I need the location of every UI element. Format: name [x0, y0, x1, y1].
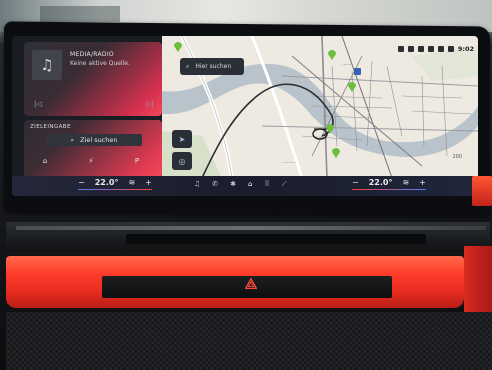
destination-widget: ZIELEINGABE ⌕ Ziel suchen ⌂ ⚡ P — [24, 120, 162, 178]
driver-temp: 22.0° — [94, 178, 119, 187]
parking-destination-button[interactable]: P — [126, 154, 148, 168]
charging-destination-button[interactable]: ⚡ — [80, 154, 102, 168]
temp-gradient-bar — [352, 188, 426, 190]
temp-gradient-bar — [78, 188, 152, 190]
search-icon: ⌕ — [186, 62, 190, 70]
vent-slot — [126, 234, 426, 244]
clock: 9:02 — [457, 45, 474, 53]
seat-heat-icon[interactable]: ≋ — [402, 178, 409, 187]
phone-icon[interactable]: ✆ — [212, 180, 218, 189]
fan-icon[interactable]: ✱ — [230, 180, 236, 189]
apps-grid-icon[interactable]: ⠿ — [264, 180, 269, 189]
climate-driver: − 22.0° ≋ + — [78, 178, 152, 190]
media-source-label: MEDIA/RADIO — [70, 51, 114, 58]
phone-icon — [397, 46, 404, 52]
media-status-label: Keine aktive Quelle. — [70, 60, 130, 67]
passenger-temp: 22.0° — [368, 178, 393, 187]
music-icon[interactable]: ♫ — [194, 180, 200, 189]
home-icon: ⌂ — [42, 157, 48, 165]
volume-icon — [427, 46, 434, 52]
map-pin-icon[interactable] — [326, 124, 334, 134]
map-pin-icon[interactable] — [174, 42, 182, 52]
svg-text:······: ······ — [342, 62, 352, 68]
previous-track-icon[interactable]: |◁ — [34, 100, 42, 108]
destination-search-button[interactable]: ⌕ Ziel suchen — [46, 134, 142, 146]
music-note-icon: ♫ — [32, 50, 62, 80]
map-search-button[interactable]: ⌕ Hier suchen — [180, 58, 244, 75]
profile-icon — [447, 46, 454, 52]
red-side-trim — [464, 246, 492, 312]
location-arrow-button[interactable]: ➤ — [172, 130, 192, 148]
parking-label: P — [134, 157, 140, 165]
bottom-bar: − 22.0° ≋ + ♫ ✆ ✱ ⌂ ⠿ ⟋ − 22.0° ≋ + — [12, 176, 478, 196]
map-pin-icon[interactable] — [328, 50, 336, 60]
home-icon[interactable]: ⌂ — [248, 180, 252, 189]
temp-increase-button[interactable]: + — [419, 178, 426, 187]
home-destination-button[interactable]: ⌂ — [34, 154, 56, 168]
fuel-station-icon[interactable] — [354, 68, 361, 75]
destination-title: ZIELEINGABE — [30, 124, 71, 130]
charging-icon: ⚡ — [88, 157, 94, 165]
air-vent — [6, 222, 490, 252]
music-icon — [417, 46, 424, 52]
app-dock: ♫ ✆ ✱ ⌂ ⠿ ⟋ — [194, 180, 287, 189]
media-widget[interactable]: ♫ MEDIA/RADIO Keine aktive Quelle. |◁ ▷| — [24, 42, 162, 116]
search-icon: ⌕ — [70, 135, 75, 144]
climate-passenger: − 22.0° ≋ + — [352, 178, 426, 190]
svg-text:·········: ········· — [282, 160, 297, 166]
map-pin-icon[interactable] — [348, 82, 356, 92]
map-pin-icon[interactable] — [332, 148, 340, 158]
status-bar: 9:02 — [397, 44, 474, 54]
temp-decrease-button[interactable]: − — [78, 178, 85, 187]
location-arrow-icon: ➤ — [178, 134, 186, 144]
hazard-icon — [245, 277, 257, 289]
temp-decrease-button[interactable]: − — [352, 178, 359, 187]
seat-icon[interactable]: ⟋ — [282, 180, 287, 189]
seat-heat-icon[interactable]: ≋ — [128, 178, 135, 187]
ambient-light-strip — [6, 256, 464, 308]
carbon-fiber-trim — [6, 312, 492, 370]
next-track-icon[interactable]: ▷| — [146, 100, 154, 108]
bluetooth-icon — [437, 46, 444, 52]
map-layers-button[interactable]: ◎ — [172, 152, 192, 170]
hazard-warning-button[interactable] — [244, 276, 258, 290]
map-scale-label: 200 — [452, 154, 462, 160]
map-search-label: Hier suchen — [195, 63, 232, 70]
infotainment-screen: ········· ······ 200 9:02 ⌕ Hier suchen … — [12, 36, 478, 196]
destination-search-label: Ziel suchen — [80, 136, 118, 144]
red-trim-piece — [472, 176, 492, 206]
temp-increase-button[interactable]: + — [145, 178, 152, 187]
layers-icon: ◎ — [178, 156, 186, 166]
signal-icon — [407, 46, 414, 52]
